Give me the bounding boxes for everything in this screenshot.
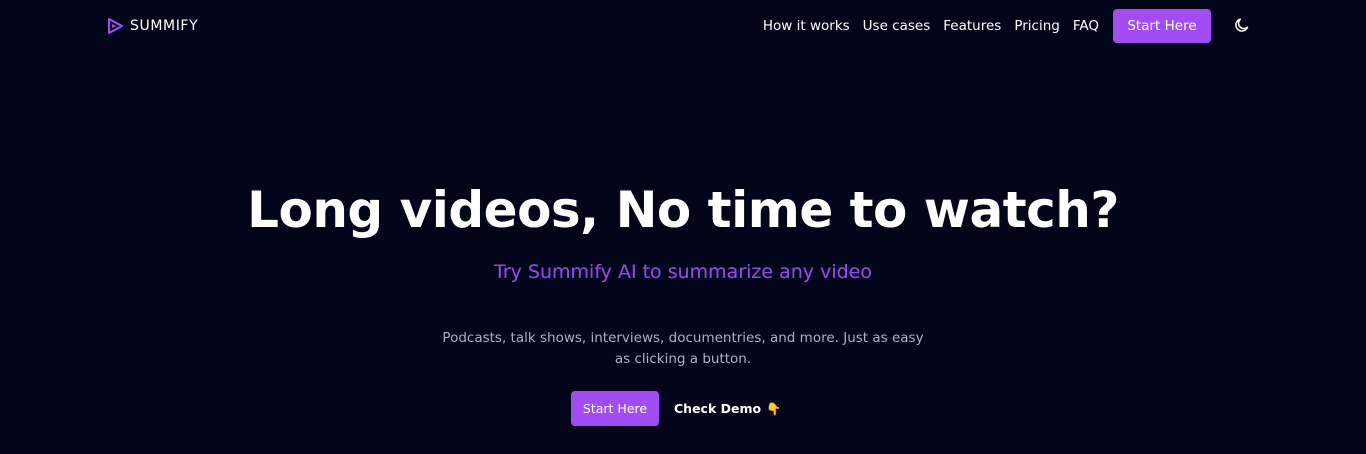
check-demo-label: Check Demo: [674, 401, 762, 416]
nav-link-features[interactable]: Features: [943, 18, 1001, 34]
check-demo-link[interactable]: Check Demo 👇: [674, 401, 781, 416]
hero-description: Podcasts, talk shows, interviews, docume…: [442, 330, 924, 367]
nav-link-pricing[interactable]: Pricing: [1014, 18, 1060, 34]
hero-actions: Start Here Check Demo 👇: [571, 391, 781, 426]
moon-icon: [1235, 18, 1249, 32]
brand-logo-link[interactable]: SUMMIFY: [106, 15, 198, 37]
nav-start-here-button[interactable]: Start Here: [1113, 9, 1211, 43]
nav-link-use-cases[interactable]: Use cases: [863, 18, 931, 34]
brand-name: SUMMIFY: [130, 18, 199, 34]
theme-toggle-button[interactable]: [1233, 16, 1251, 34]
site-header: SUMMIFY How it works Use cases Features …: [0, 0, 1366, 52]
hero-start-here-button[interactable]: Start Here: [571, 391, 659, 426]
landing-page: SUMMIFY How it works Use cases Features …: [0, 0, 1366, 454]
hero-subtitle: Try Summify AI to summarize any video: [0, 258, 1366, 286]
play-logo-icon: [108, 18, 123, 34]
nav-link-faq[interactable]: FAQ: [1073, 18, 1099, 34]
main-nav: How it works Use cases Features Pricing …: [763, 9, 1211, 43]
nav-link-how-it-works[interactable]: How it works: [763, 18, 850, 34]
pointing-down-icon: 👇: [766, 401, 782, 416]
hero-title: Long videos, No time to watch?: [247, 181, 1119, 239]
